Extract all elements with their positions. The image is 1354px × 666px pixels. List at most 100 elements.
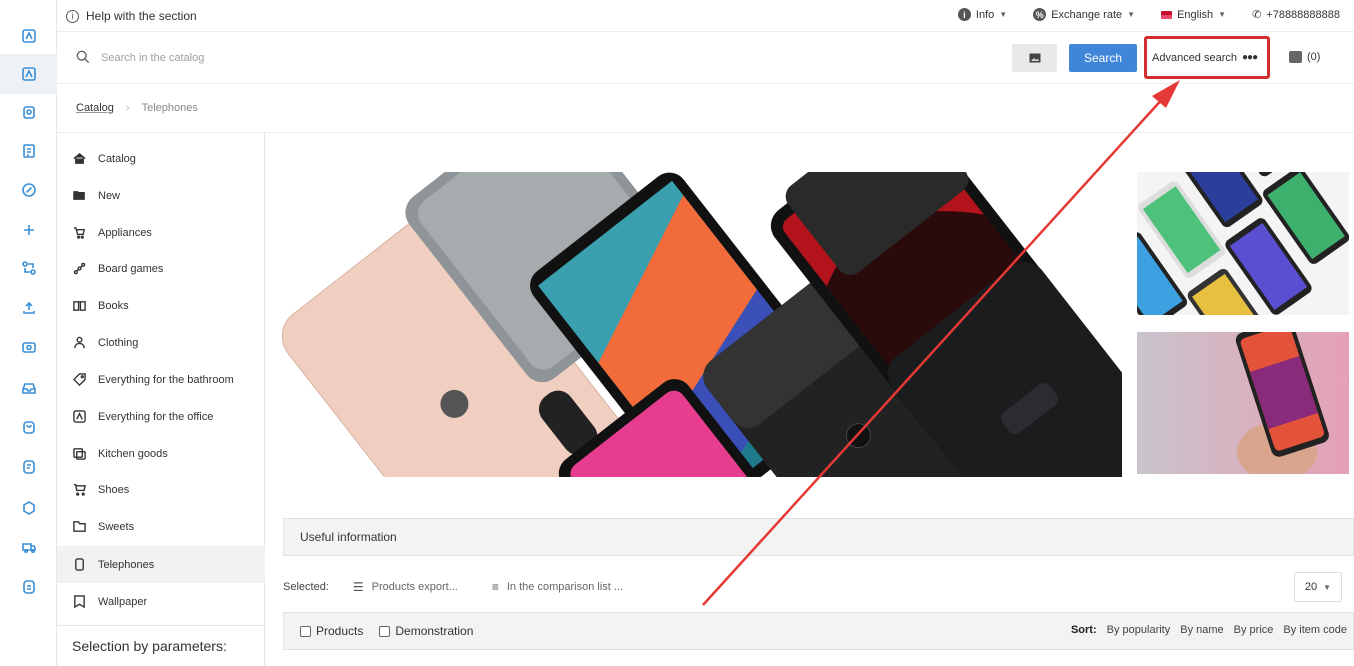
promo-banner-top-right[interactable] (1137, 172, 1349, 315)
pot-icon (72, 447, 86, 461)
compare-count: (0) (1307, 51, 1321, 63)
category-books[interactable]: Books (57, 287, 265, 324)
selected-actions-row: Selected: ☰ Products export... ≡ In the … (283, 572, 1354, 602)
exchange-label: Exchange rate (1051, 8, 1123, 21)
catalog-active-rail-icon[interactable] (18, 63, 40, 85)
comparison-list-button[interactable]: ≡ In the comparison list ... (492, 580, 623, 594)
category-board-games[interactable]: Board games (57, 250, 265, 287)
phones-grid-image (1137, 172, 1349, 315)
category-new[interactable]: New (57, 177, 265, 214)
search-button[interactable]: Search (1069, 44, 1137, 72)
category-label: Board games (98, 262, 164, 275)
category-label: Catalog (98, 152, 136, 165)
category-label: New (98, 189, 121, 202)
image-search-button[interactable] (1012, 44, 1057, 72)
promo-banner-bottom-right[interactable] (1137, 332, 1349, 474)
top-bar: i Help with the section i Info ▼ % Excha… (57, 0, 1354, 32)
language-dropdown[interactable]: English ▼ (1161, 9, 1226, 21)
tag-icon (72, 373, 86, 387)
advanced-search-button[interactable]: Advanced search ●●● (1144, 36, 1270, 79)
chevron-down-icon: ▼ (1323, 582, 1332, 592)
products-checkbox-label: Products (316, 624, 364, 638)
phone-number: +78888888888 (1266, 8, 1340, 21)
products-export-label: Products export... (371, 581, 458, 593)
category-kitchen[interactable]: Kitchen goods (57, 435, 265, 472)
category-catalog[interactable]: Catalog (57, 140, 265, 177)
category-shoes[interactable]: Shoes (57, 471, 265, 508)
exchange-rate-dropdown[interactable]: % Exchange rate ▼ (1033, 8, 1135, 21)
info-dropdown[interactable]: i Info ▼ (957, 8, 1007, 21)
promo-banner-main[interactable] (280, 172, 1122, 477)
document-rail-icon[interactable] (18, 140, 40, 162)
exchange-rail-icon[interactable] (18, 257, 40, 279)
phone-link[interactable]: ✆ +78888888888 (1252, 8, 1340, 22)
category-appliances[interactable]: Appliances (57, 214, 265, 251)
category-label: Telephones (98, 558, 155, 571)
discount-rail-icon[interactable] (18, 179, 40, 201)
clipboard-rail-icon[interactable] (18, 101, 40, 123)
category-label: Appliances (98, 226, 152, 239)
products-table-header: Products Demonstration Sort: By populari… (283, 612, 1354, 650)
category-clothing[interactable]: Clothing (57, 324, 265, 361)
sort-by-price[interactable]: By price (1234, 624, 1274, 636)
info-icon: i (957, 8, 971, 21)
person-icon (72, 336, 86, 350)
card-rail-icon[interactable] (18, 456, 40, 478)
inbox-rail-icon[interactable] (18, 377, 40, 399)
breadcrumb-separator-icon: › (125, 102, 130, 114)
breadcrumb-root[interactable]: Catalog (76, 102, 114, 114)
sort-by-item-code[interactable]: By item code (1283, 624, 1347, 636)
category-label: Shoes (98, 483, 130, 496)
category-office[interactable]: Everything for the office (57, 398, 265, 435)
list-icon: ☰ (352, 580, 364, 594)
plus-rail-icon[interactable] (18, 219, 40, 241)
checkbox-icon (300, 625, 311, 637)
chevron-down-icon: ▼ (1127, 10, 1136, 19)
more-dots-icon: ●●● (1242, 52, 1258, 63)
sort-options: Sort: By popularity By name By price By … (1071, 624, 1347, 636)
useful-information-panel[interactable]: Useful information (283, 518, 1354, 556)
help-label: Help with the section (86, 9, 197, 23)
category-label: Wallpaper (98, 595, 148, 608)
truck-rail-icon[interactable] (18, 536, 40, 558)
percent-icon: % (1033, 8, 1047, 21)
search-input[interactable] (101, 48, 981, 68)
phone-in-hand-image (1137, 332, 1349, 474)
comparison-button[interactable]: (0) (1289, 51, 1320, 63)
products-checkbox[interactable]: Products (300, 624, 363, 638)
category-sidebar: Catalog New Appliances Board games Books… (57, 133, 265, 666)
category-label: Books (98, 299, 129, 312)
file-rail-icon[interactable] (18, 576, 40, 598)
help-link[interactable]: i Help with the section (66, 9, 197, 23)
category-label: Sweets (98, 520, 135, 533)
search-icon (76, 50, 90, 64)
bag-rail-icon[interactable] (18, 416, 40, 438)
sort-by-name[interactable]: By name (1180, 624, 1223, 636)
category-bathroom[interactable]: Everything for the bathroom (57, 361, 265, 398)
page-size-select[interactable]: 20 ▼ (1294, 572, 1342, 602)
catalog-rail-icon[interactable] (18, 25, 40, 47)
search-row: Search Advanced search ●●● (0) (57, 32, 1354, 84)
comparison-list-label: In the comparison list ... (506, 581, 624, 593)
selection-by-parameters-heading: Selection by parameters: (57, 625, 265, 666)
top-right-menu: i Info ▼ % Exchange rate ▼ English ▼ ✆ +… (957, 8, 1340, 22)
book-icon (72, 299, 86, 313)
products-export-button[interactable]: ☰ Products export... (353, 580, 458, 594)
phone-icon (72, 558, 86, 572)
sort-label: Sort: (1070, 624, 1097, 636)
category-label: Clothing (98, 336, 139, 349)
monitor-rail-icon[interactable] (18, 337, 40, 359)
category-telephones[interactable]: Telephones (57, 546, 265, 583)
category-wallpaper[interactable]: Wallpaper (57, 583, 265, 620)
sort-by-popularity[interactable]: By popularity (1107, 624, 1171, 636)
folder-open-icon (72, 189, 86, 203)
demonstration-checkbox[interactable]: Demonstration (379, 624, 473, 638)
category-label: Everything for the office (98, 410, 214, 423)
useful-information-label: Useful information (300, 530, 397, 544)
category-label: Kitchen goods (98, 447, 168, 460)
category-sweets[interactable]: Sweets (57, 508, 265, 545)
shield-rail-icon[interactable] (18, 497, 40, 519)
upload-rail-icon[interactable] (18, 297, 40, 319)
compare-icon (1289, 51, 1302, 63)
list-icon: ≡ (491, 580, 499, 594)
